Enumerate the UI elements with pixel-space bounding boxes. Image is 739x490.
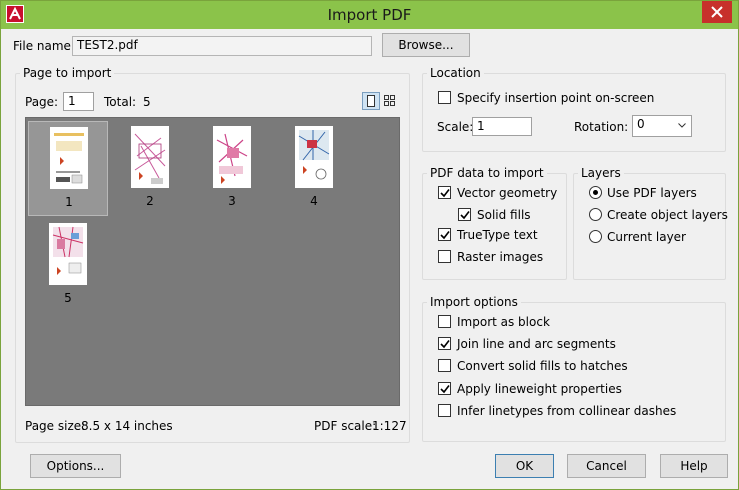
page-image xyxy=(295,126,333,188)
help-button[interactable]: Help xyxy=(660,454,728,478)
specify-insertion-label: Specify insertion point on-screen xyxy=(457,91,655,105)
pdf-scale-value: 1:127 xyxy=(372,419,407,433)
page-number-label: 4 xyxy=(310,194,318,208)
location-group xyxy=(422,73,726,152)
checkmark-icon xyxy=(440,189,450,198)
checkmark-icon xyxy=(440,385,450,394)
import-as-block-checkbox[interactable] xyxy=(438,315,451,328)
page-thumbnail-1[interactable]: 1 xyxy=(28,121,108,216)
solid-fills-label: Solid fills xyxy=(477,208,531,222)
pdf-scale-label: PDF scale: xyxy=(314,419,377,433)
title-bar[interactable]: Import PDF xyxy=(1,1,738,29)
create-object-layers-label: Create object layers xyxy=(607,208,728,222)
import-pdf-dialog: Import PDF File name: TEST2.pdf Browse..… xyxy=(0,0,739,490)
page-thumbnail-3[interactable]: 3 xyxy=(192,121,272,216)
vector-geometry-label: Vector geometry xyxy=(457,186,558,200)
chevron-down-icon xyxy=(678,123,686,128)
total-value: 5 xyxy=(143,95,151,109)
page-thumbnail-2[interactable]: 2 xyxy=(110,121,190,216)
import-as-block-label: Import as block xyxy=(457,315,550,329)
close-icon xyxy=(711,6,723,18)
solid-fills-checkbox[interactable] xyxy=(458,208,471,221)
join-segments-checkbox[interactable] xyxy=(438,337,451,350)
truetype-text-label: TrueType text xyxy=(457,228,538,242)
infer-linetypes-label: Infer linetypes from collinear dashes xyxy=(457,404,677,418)
file-name-field[interactable]: TEST2.pdf xyxy=(72,36,372,56)
infer-linetypes-checkbox[interactable] xyxy=(438,404,451,417)
page-number-label: 5 xyxy=(64,291,72,305)
single-page-view-button[interactable] xyxy=(362,92,380,110)
join-segments-label: Join line and arc segments xyxy=(457,337,616,351)
layers-title: Layers xyxy=(578,166,624,180)
page-size-value: 8.5 x 14 inches xyxy=(81,419,173,433)
page-number-field[interactable]: 1 xyxy=(63,92,94,111)
use-pdf-layers-label: Use PDF layers xyxy=(607,186,697,200)
dialog-title: Import PDF xyxy=(327,6,412,24)
page-to-import-title: Page to import xyxy=(20,66,115,80)
page-preview-area[interactable]: 1 2 3 4 5 xyxy=(25,117,400,406)
apply-lineweight-label: Apply lineweight properties xyxy=(457,382,622,396)
page-image xyxy=(50,127,88,189)
page-number-label: 1 xyxy=(65,195,73,209)
create-object-layers-radio[interactable] xyxy=(589,208,602,221)
specify-insertion-checkbox[interactable] xyxy=(438,91,451,104)
browse-button[interactable]: Browse... xyxy=(382,33,470,57)
location-title: Location xyxy=(427,66,484,80)
page-label: Page: xyxy=(25,95,59,109)
thumbnail-view-button[interactable] xyxy=(381,92,399,110)
current-layer-label: Current layer xyxy=(607,230,686,244)
close-button[interactable] xyxy=(702,1,732,23)
vector-geometry-checkbox[interactable] xyxy=(438,186,451,199)
scale-label: Scale: xyxy=(437,120,474,134)
checkmark-icon xyxy=(440,340,450,349)
rotation-value: 0 xyxy=(637,117,645,131)
checkmark-icon xyxy=(440,231,450,240)
convert-fills-label: Convert solid fills to hatches xyxy=(457,359,628,373)
pdf-data-title: PDF data to import xyxy=(427,166,547,180)
page-image xyxy=(49,223,87,285)
scale-field[interactable]: 1 xyxy=(472,117,532,136)
file-name-label: File name: xyxy=(13,39,75,53)
raster-images-checkbox[interactable] xyxy=(438,250,451,263)
single-page-icon xyxy=(367,95,375,107)
import-options-title: Import options xyxy=(427,295,521,309)
apply-lineweight-checkbox[interactable] xyxy=(438,382,451,395)
total-label: Total: xyxy=(104,95,137,109)
convert-fills-checkbox[interactable] xyxy=(438,359,451,372)
page-number-label: 2 xyxy=(146,194,154,208)
checkmark-icon xyxy=(460,211,470,220)
cancel-button[interactable]: Cancel xyxy=(567,454,646,478)
options-button[interactable]: Options... xyxy=(30,454,121,478)
rotation-label: Rotation: xyxy=(574,120,629,134)
ok-button[interactable]: OK xyxy=(495,454,554,478)
rotation-dropdown[interactable]: 0 xyxy=(632,115,692,137)
page-thumbnail-5[interactable]: 5 xyxy=(28,218,108,313)
page-thumbnail-4[interactable]: 4 xyxy=(274,121,354,216)
page-image xyxy=(213,126,251,188)
raster-images-label: Raster images xyxy=(457,250,544,264)
use-pdf-layers-radio[interactable] xyxy=(589,186,602,199)
current-layer-radio[interactable] xyxy=(589,230,602,243)
page-image xyxy=(131,126,169,188)
page-size-label: Page size: xyxy=(25,419,86,433)
grid-view-icon xyxy=(384,95,395,106)
page-number-label: 3 xyxy=(228,194,236,208)
truetype-text-checkbox[interactable] xyxy=(438,228,451,241)
